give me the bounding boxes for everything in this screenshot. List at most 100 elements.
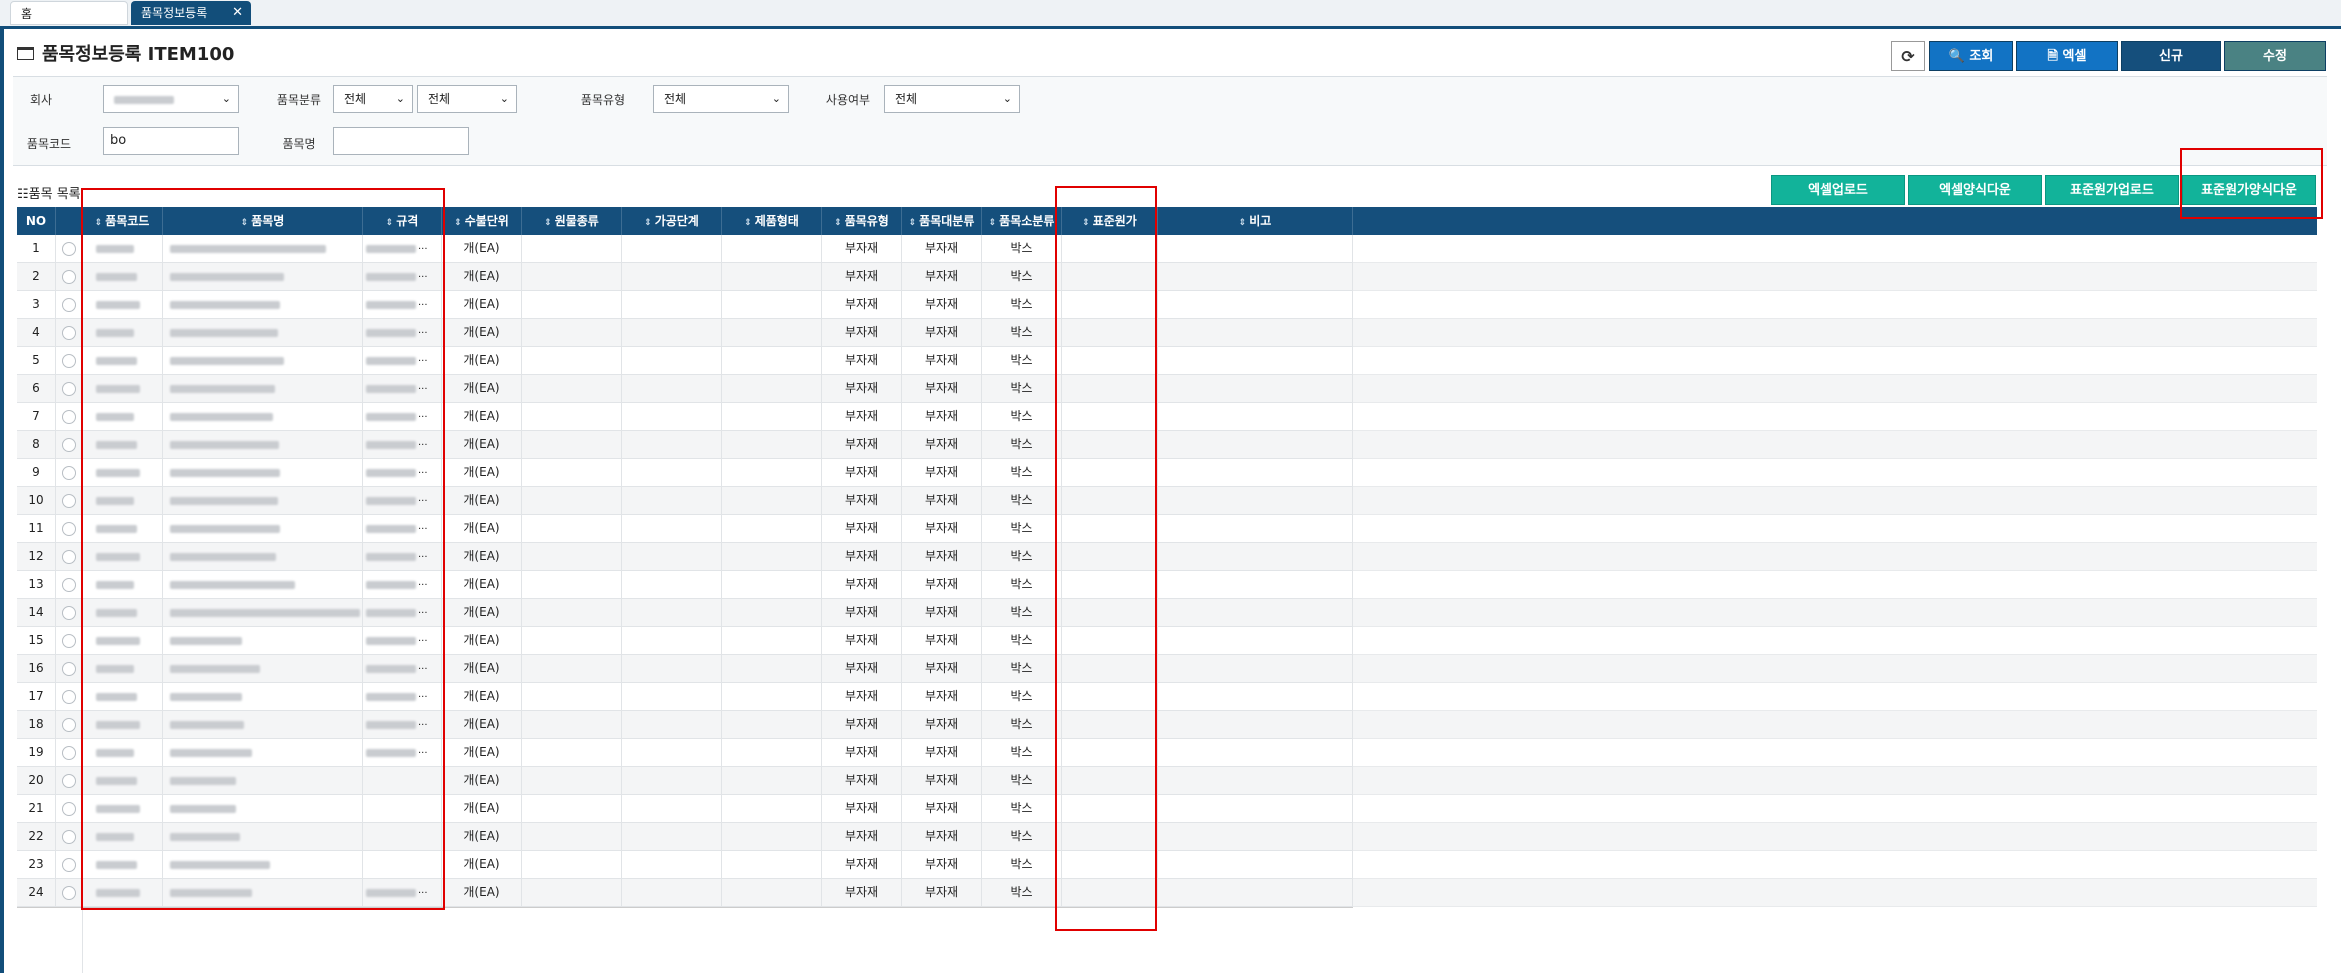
cell-shape bbox=[722, 291, 822, 318]
company-select[interactable]: ⌄ bbox=[103, 85, 239, 113]
code-input[interactable]: bo bbox=[103, 127, 239, 155]
row-radio[interactable] bbox=[61, 857, 76, 872]
table-row[interactable]: 23 개(EA) 부자재 부자재 박스 bbox=[17, 851, 1353, 879]
cell-std-cost bbox=[1062, 823, 1158, 850]
table-row[interactable]: 22 개(EA) 부자재 부자재 박스 bbox=[17, 823, 1353, 851]
row-radio[interactable] bbox=[61, 885, 76, 900]
type-select[interactable]: 전체 ⌄ bbox=[653, 85, 789, 113]
table-row[interactable]: 3 ··· 개(EA) 부자재 부자재 박스 bbox=[17, 291, 1353, 319]
header-spec[interactable]: ⇕ 규격 bbox=[363, 207, 442, 235]
header-shape[interactable]: ⇕ 제품형태 bbox=[722, 207, 822, 235]
row-radio[interactable] bbox=[61, 381, 76, 396]
header-code[interactable]: ⇕ 품목코드 bbox=[82, 207, 163, 235]
cell-spec-redacted: ··· bbox=[363, 627, 442, 654]
cell-spec-redacted: ··· bbox=[363, 487, 442, 514]
table-row[interactable]: 1 ··· 개(EA) 부자재 부자재 박스 bbox=[17, 235, 1353, 263]
cell-process bbox=[622, 823, 722, 850]
row-radio[interactable] bbox=[61, 325, 76, 340]
cell-note bbox=[1158, 375, 1353, 402]
row-radio[interactable] bbox=[61, 521, 76, 536]
redacted-text bbox=[170, 412, 273, 421]
category-select-1[interactable]: 전체 ⌄ bbox=[333, 85, 413, 113]
table-row[interactable]: 21 개(EA) 부자재 부자재 박스 bbox=[17, 795, 1353, 823]
header-major[interactable]: ⇕ 품목대분류 bbox=[902, 207, 982, 235]
excel-form-download-button[interactable]: 엑셀양식다운 bbox=[1908, 175, 2042, 205]
cell-name-redacted bbox=[163, 823, 363, 850]
row-radio[interactable] bbox=[61, 493, 76, 508]
cell-minor: 박스 bbox=[982, 543, 1062, 570]
row-radio[interactable] bbox=[61, 605, 76, 620]
cell-note bbox=[1158, 403, 1353, 430]
edit-button[interactable]: 수정 bbox=[2224, 41, 2326, 71]
row-radio[interactable] bbox=[61, 801, 76, 816]
header-process[interactable]: ⇕ 가공단계 bbox=[622, 207, 722, 235]
table-row[interactable]: 14 ··· 개(EA) 부자재 부자재 박스 bbox=[17, 599, 1353, 627]
table-row[interactable]: 13 ··· 개(EA) 부자재 부자재 박스 bbox=[17, 571, 1353, 599]
cell-material bbox=[522, 795, 622, 822]
row-radio[interactable] bbox=[61, 241, 76, 256]
cell-shape bbox=[722, 347, 822, 374]
table-row[interactable]: 17 ··· 개(EA) 부자재 부자재 박스 bbox=[17, 683, 1353, 711]
row-radio[interactable] bbox=[61, 577, 76, 592]
category-select-2[interactable]: 전체 ⌄ bbox=[417, 85, 517, 113]
excel-button[interactable]: 🗎 엑셀 bbox=[2016, 41, 2118, 71]
table-row[interactable]: 12 ··· 개(EA) 부자재 부자재 박스 bbox=[17, 543, 1353, 571]
cell-no: 10 bbox=[17, 487, 56, 514]
header-material[interactable]: ⇕ 원물종류 bbox=[522, 207, 622, 235]
table-row[interactable]: 20 개(EA) 부자재 부자재 박스 bbox=[17, 767, 1353, 795]
ellipsis-icon: ··· bbox=[418, 356, 428, 367]
name-input[interactable] bbox=[333, 127, 469, 155]
row-radio[interactable] bbox=[61, 829, 76, 844]
table-row[interactable]: 16 ··· 개(EA) 부자재 부자재 박스 bbox=[17, 655, 1353, 683]
cell-unit: 개(EA) bbox=[442, 459, 522, 486]
use-select[interactable]: 전체 ⌄ bbox=[884, 85, 1020, 113]
row-radio[interactable] bbox=[61, 549, 76, 564]
row-radio[interactable] bbox=[61, 633, 76, 648]
table-row[interactable]: 24 ··· 개(EA) 부자재 부자재 박스 bbox=[17, 879, 1353, 907]
tab-home[interactable]: 홈 bbox=[10, 1, 128, 25]
row-radio[interactable] bbox=[61, 773, 76, 788]
row-radio[interactable] bbox=[61, 689, 76, 704]
redacted-text bbox=[366, 440, 416, 449]
excel-upload-button[interactable]: 엑셀업로드 bbox=[1771, 175, 1905, 205]
table-row[interactable]: 10 ··· 개(EA) 부자재 부자재 박스 bbox=[17, 487, 1353, 515]
new-button[interactable]: 신규 bbox=[2121, 41, 2221, 71]
header-unit[interactable]: ⇕ 수불단위 bbox=[442, 207, 522, 235]
refresh-button[interactable]: ⟳ bbox=[1891, 41, 1925, 71]
header-std-cost[interactable]: ⇕ 표준원가 bbox=[1062, 207, 1158, 235]
row-radio[interactable] bbox=[61, 661, 76, 676]
header-name[interactable]: ⇕ 품목명 bbox=[163, 207, 363, 235]
cell-item-type: 부자재 bbox=[822, 767, 902, 794]
table-row[interactable]: 9 ··· 개(EA) 부자재 부자재 박스 bbox=[17, 459, 1353, 487]
table-row[interactable]: 6 ··· 개(EA) 부자재 부자재 박스 bbox=[17, 375, 1353, 403]
table-row[interactable]: 4 ··· 개(EA) 부자재 부자재 박스 bbox=[17, 319, 1353, 347]
row-radio[interactable] bbox=[61, 717, 76, 732]
std-cost-upload-button[interactable]: 표준원가업로드 bbox=[2045, 175, 2179, 205]
cell-item-type: 부자재 bbox=[822, 375, 902, 402]
header-item-type[interactable]: ⇕ 품목유형 bbox=[822, 207, 902, 235]
row-radio[interactable] bbox=[61, 269, 76, 284]
row-radio[interactable] bbox=[61, 353, 76, 368]
cell-no: 22 bbox=[17, 823, 56, 850]
table-row[interactable]: 18 ··· 개(EA) 부자재 부자재 박스 bbox=[17, 711, 1353, 739]
table-row[interactable]: 19 ··· 개(EA) 부자재 부자재 박스 bbox=[17, 739, 1353, 767]
header-minor[interactable]: ⇕ 품목소분류 bbox=[982, 207, 1062, 235]
row-radio[interactable] bbox=[61, 297, 76, 312]
row-radio[interactable] bbox=[61, 437, 76, 452]
cell-item-type: 부자재 bbox=[822, 431, 902, 458]
table-row[interactable]: 15 ··· 개(EA) 부자재 부자재 박스 bbox=[17, 627, 1353, 655]
row-radio[interactable] bbox=[61, 465, 76, 480]
table-row[interactable]: 2 ··· 개(EA) 부자재 부자재 박스 bbox=[17, 263, 1353, 291]
table-row[interactable]: 7 ··· 개(EA) 부자재 부자재 박스 bbox=[17, 403, 1353, 431]
tab-item-registration[interactable]: 품목정보등록 ✕ bbox=[131, 1, 251, 25]
std-cost-form-download-button[interactable]: 표준원가양식다운 bbox=[2182, 175, 2316, 205]
table-row[interactable]: 8 ··· 개(EA) 부자재 부자재 박스 bbox=[17, 431, 1353, 459]
row-radio[interactable] bbox=[61, 745, 76, 760]
table-row[interactable]: 11 ··· 개(EA) 부자재 부자재 박스 bbox=[17, 515, 1353, 543]
search-button[interactable]: 🔍 조회 bbox=[1929, 41, 2013, 71]
row-radio[interactable] bbox=[61, 409, 76, 424]
header-note[interactable]: ⇕ 비고 bbox=[1158, 207, 1353, 235]
cell-spec-redacted: ··· bbox=[363, 375, 442, 402]
close-icon[interactable]: ✕ bbox=[232, 1, 243, 25]
table-row[interactable]: 5 ··· 개(EA) 부자재 부자재 박스 bbox=[17, 347, 1353, 375]
